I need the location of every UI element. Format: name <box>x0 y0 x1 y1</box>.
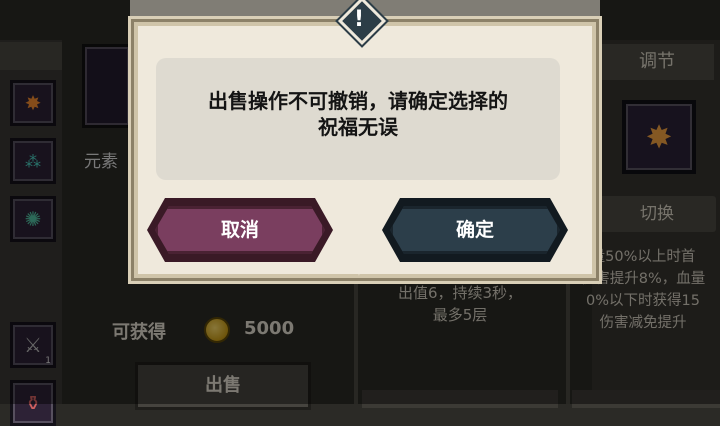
dialog-message: 出售操作不可撤销，请确定选择的 祝福无误 <box>156 88 560 140</box>
exclamation-icon: ! <box>353 7 365 32</box>
message-line: 祝福无误 <box>318 115 398 139</box>
cancel-button[interactable]: 取消 <box>155 206 325 254</box>
confirm-button[interactable]: 确定 <box>390 206 560 254</box>
warning-badge: ! <box>336 0 387 46</box>
message-line: 出售操作不可撤销，请确定选择的 <box>208 89 508 113</box>
ornament-icon: ✦ <box>352 260 366 280</box>
